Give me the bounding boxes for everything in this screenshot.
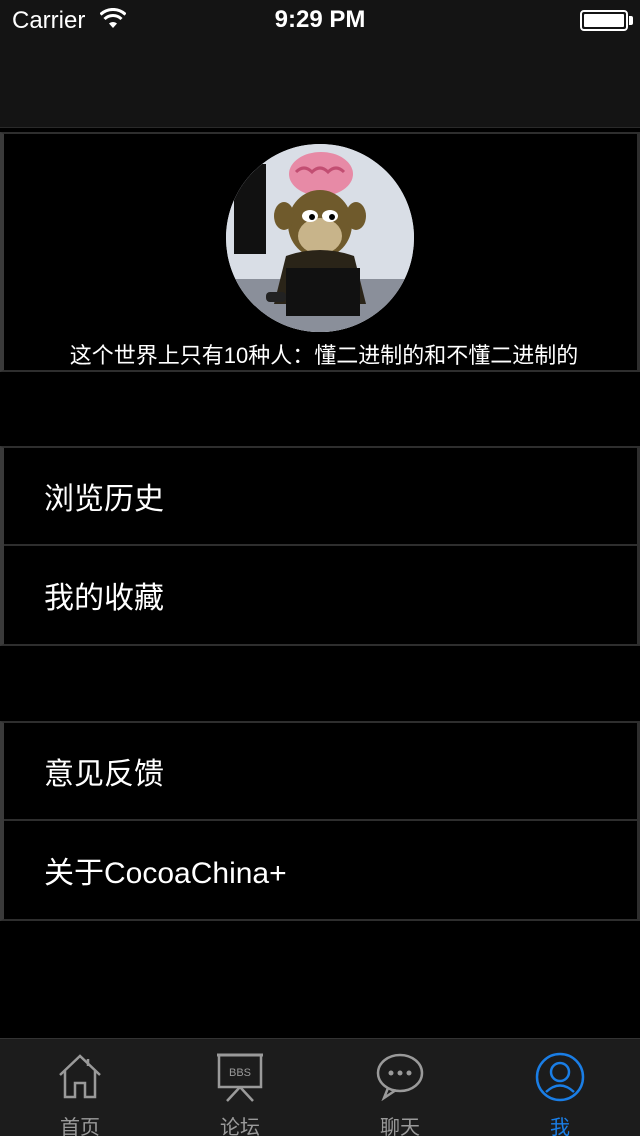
- tab-me-label: 我: [550, 1117, 570, 1136]
- house-icon: [59, 1054, 101, 1099]
- tab-home[interactable]: 首页: [0, 1039, 160, 1136]
- profile-motto: 这个世界上只有10种人：懂二进制的和不懂二进制的: [69, 343, 579, 368]
- user-icon: [535, 1052, 585, 1102]
- tab-forum[interactable]: BBS 论坛: [160, 1039, 320, 1136]
- battery-icon: [580, 10, 628, 31]
- settings-group-1: 浏览历史 我的收藏: [0, 446, 640, 646]
- bbs-icon-text: BBS: [229, 1067, 251, 1079]
- tab-me[interactable]: 我: [480, 1039, 640, 1136]
- tab-chat[interactable]: 聊天: [320, 1039, 480, 1136]
- navigation-bar: [0, 40, 640, 128]
- settings-group-2: 意见反馈 关于CocoaChina+: [0, 721, 640, 921]
- bbs-board-icon: BBS: [217, 1053, 263, 1102]
- monkey-avatar-image: [226, 144, 414, 332]
- tab-forum-label: 论坛: [220, 1117, 260, 1136]
- tab-home-label: 首页: [60, 1117, 100, 1136]
- feedback-cell[interactable]: 意见反馈: [4, 723, 637, 821]
- tab-chat-label: 聊天: [380, 1117, 420, 1136]
- clock: 9:29 PM: [274, 6, 366, 33]
- avatar[interactable]: [226, 144, 414, 332]
- profile-header: 这个世界上只有10种人：懂二进制的和不懂二进制的: [0, 132, 640, 372]
- tab-bar: 首页 BBS 论坛 聊天 我: [0, 1038, 640, 1136]
- browse-history-cell[interactable]: 浏览历史: [4, 448, 637, 546]
- about-cell[interactable]: 关于CocoaChina+: [4, 821, 637, 919]
- chat-bubble-icon: [376, 1053, 424, 1101]
- battery-nub: [629, 16, 633, 25]
- my-favorites-cell[interactable]: 我的收藏: [4, 546, 637, 644]
- status-bar: Carrier 9:29 PM: [0, 0, 640, 40]
